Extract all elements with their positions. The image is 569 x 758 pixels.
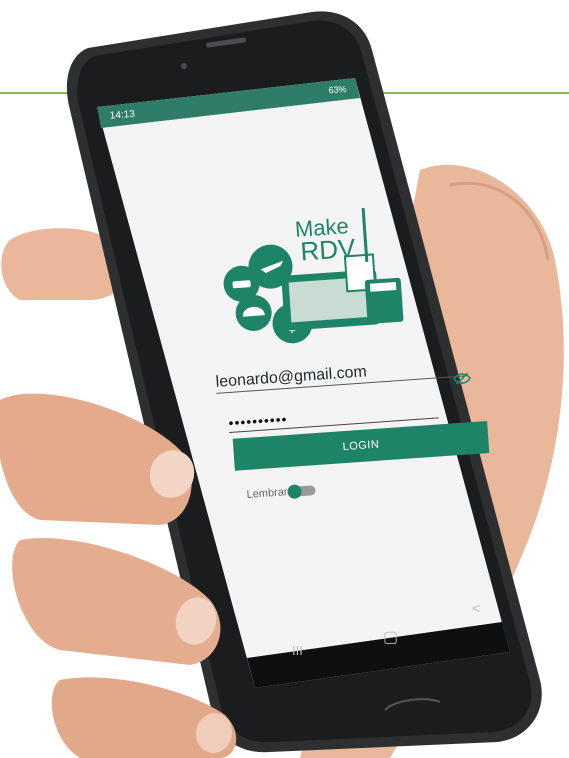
remember-label: Lembrar [246, 486, 288, 501]
nav-recent-button[interactable]: III [292, 643, 303, 658]
nav-home-button[interactable]: ▢ [383, 629, 398, 646]
remember-toggle-row[interactable]: Lembrar [246, 484, 316, 501]
status-time: 14:13 [109, 108, 136, 122]
eye-off-icon[interactable] [452, 371, 473, 386]
photo-stage: $ Make RDV III ▢ < 14:13 63% leonardo@gm… [0, 0, 569, 758]
email-input[interactable]: leonardo@gmail.com [215, 355, 466, 394]
app-screen: 14:13 63% leonardo@gmail.com •••••••••• … [109, 84, 500, 553]
status-battery: 63% [328, 84, 347, 96]
remember-switch[interactable] [287, 484, 316, 500]
nav-back-button[interactable]: < [472, 600, 480, 616]
switch-knob [287, 484, 302, 500]
